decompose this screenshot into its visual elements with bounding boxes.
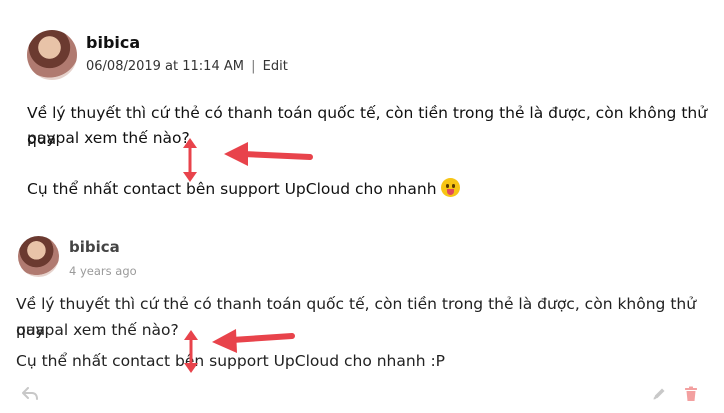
comment-author[interactable]: bibica	[86, 33, 140, 52]
comment-text-line: paypal xem thế nào?	[16, 321, 179, 339]
comment-timestamp[interactable]: 06/08/2019 at 11:14 AM	[86, 59, 244, 74]
comment-text-line: paypal xem thế nào?	[27, 129, 190, 147]
comment-text: Cụ thể nhất contact bên support UpCloud …	[27, 180, 437, 198]
comment-meta: 06/08/2019 at 11:14 AM | Edit	[86, 59, 288, 74]
comment-author[interactable]: bibica	[69, 238, 120, 256]
avatar	[18, 236, 59, 277]
reply-icon[interactable]	[22, 387, 38, 401]
stuck-out-tongue-emoji-icon	[440, 178, 460, 197]
meta-separator: |	[251, 59, 256, 74]
comment-text-line: Cụ thể nhất contact bên support UpCloud …	[16, 352, 446, 370]
comment-timestamp[interactable]: 4 years ago	[69, 264, 137, 278]
edit-link[interactable]: Edit	[263, 59, 288, 74]
comment-text-line: Cụ thể nhất contact bên support UpCloud …	[27, 176, 460, 202]
trash-icon[interactable]	[684, 386, 698, 402]
avatar	[27, 30, 77, 80]
pencil-icon[interactable]	[652, 387, 666, 401]
